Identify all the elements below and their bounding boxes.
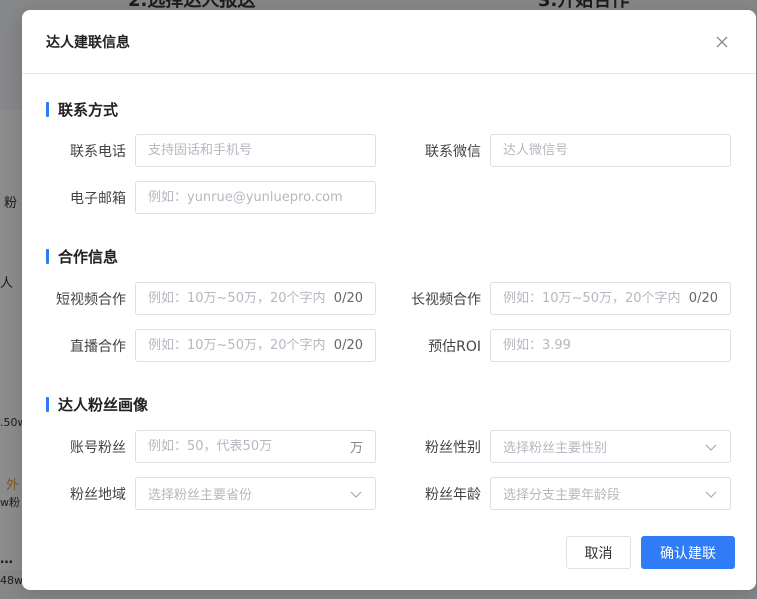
live-label: 直播合作	[70, 339, 126, 355]
section-title-cooperation: 合作信息	[46, 247, 119, 266]
email-input[interactable]	[148, 190, 363, 205]
long-video-input[interactable]	[503, 291, 683, 306]
section-title-fans: 达人粉丝画像	[46, 395, 149, 414]
section-title-contact: 联系方式	[46, 100, 119, 119]
modal-title: 达人建联信息	[46, 34, 130, 51]
live-input[interactable]	[148, 338, 328, 353]
section-marker	[46, 248, 49, 264]
phone-input[interactable]	[148, 143, 363, 158]
gender-label: 粉丝性别	[425, 440, 481, 456]
section-title-text: 联系方式	[58, 100, 119, 119]
region-select-placeholder: 选择粉丝主要省份	[148, 488, 253, 503]
followers-field[interactable]: 万	[135, 430, 376, 463]
email-field[interactable]	[135, 181, 376, 214]
short-video-label: 短视频合作	[56, 292, 126, 308]
wechat-input[interactable]	[503, 143, 718, 158]
phone-label: 联系电话	[70, 144, 126, 160]
unit-suffix: 万	[349, 441, 363, 456]
short-video-field[interactable]: 0/20	[135, 282, 376, 315]
modal-header: 达人建联信息	[22, 10, 756, 74]
section-marker	[46, 396, 49, 412]
region-select[interactable]: 选择粉丝主要省份	[135, 477, 376, 510]
followers-input[interactable]	[148, 439, 344, 454]
long-video-label: 长视频合作	[411, 292, 481, 308]
chevron-down-icon	[705, 491, 717, 498]
char-counter: 0/20	[333, 338, 363, 353]
close-icon[interactable]	[712, 32, 732, 52]
age-select[interactable]: 选择分支主要年龄段	[490, 477, 731, 510]
age-select-placeholder: 选择分支主要年龄段	[503, 488, 621, 503]
long-video-field[interactable]: 0/20	[490, 282, 731, 315]
char-counter: 0/20	[333, 291, 363, 306]
gender-select[interactable]: 选择粉丝主要性别	[490, 430, 731, 463]
roi-input[interactable]	[503, 338, 718, 353]
gender-select-placeholder: 选择粉丝主要性别	[503, 441, 608, 456]
chevron-down-icon	[350, 491, 362, 498]
section-title-text: 合作信息	[58, 247, 119, 266]
live-field[interactable]: 0/20	[135, 329, 376, 362]
wechat-label: 联系微信	[425, 144, 481, 160]
roi-label: 预估ROI	[428, 339, 481, 355]
phone-field[interactable]	[135, 134, 376, 167]
age-label: 粉丝年龄	[425, 487, 481, 503]
contact-info-modal: 达人建联信息 联系方式 联系电话 联系微信 电子邮箱 合作信息 短视频合作 0/…	[22, 10, 756, 590]
char-counter: 0/20	[688, 291, 718, 306]
email-label: 电子邮箱	[70, 191, 126, 207]
roi-field[interactable]	[490, 329, 731, 362]
region-label: 粉丝地域	[70, 487, 126, 503]
chevron-down-icon	[705, 444, 717, 451]
wechat-field[interactable]	[490, 134, 731, 167]
cancel-button[interactable]: 取消	[566, 536, 631, 569]
short-video-input[interactable]	[148, 291, 328, 306]
section-marker	[46, 101, 49, 117]
confirm-button[interactable]: 确认建联	[641, 536, 735, 569]
section-title-text: 达人粉丝画像	[58, 395, 149, 414]
followers-label: 账号粉丝	[70, 440, 126, 456]
